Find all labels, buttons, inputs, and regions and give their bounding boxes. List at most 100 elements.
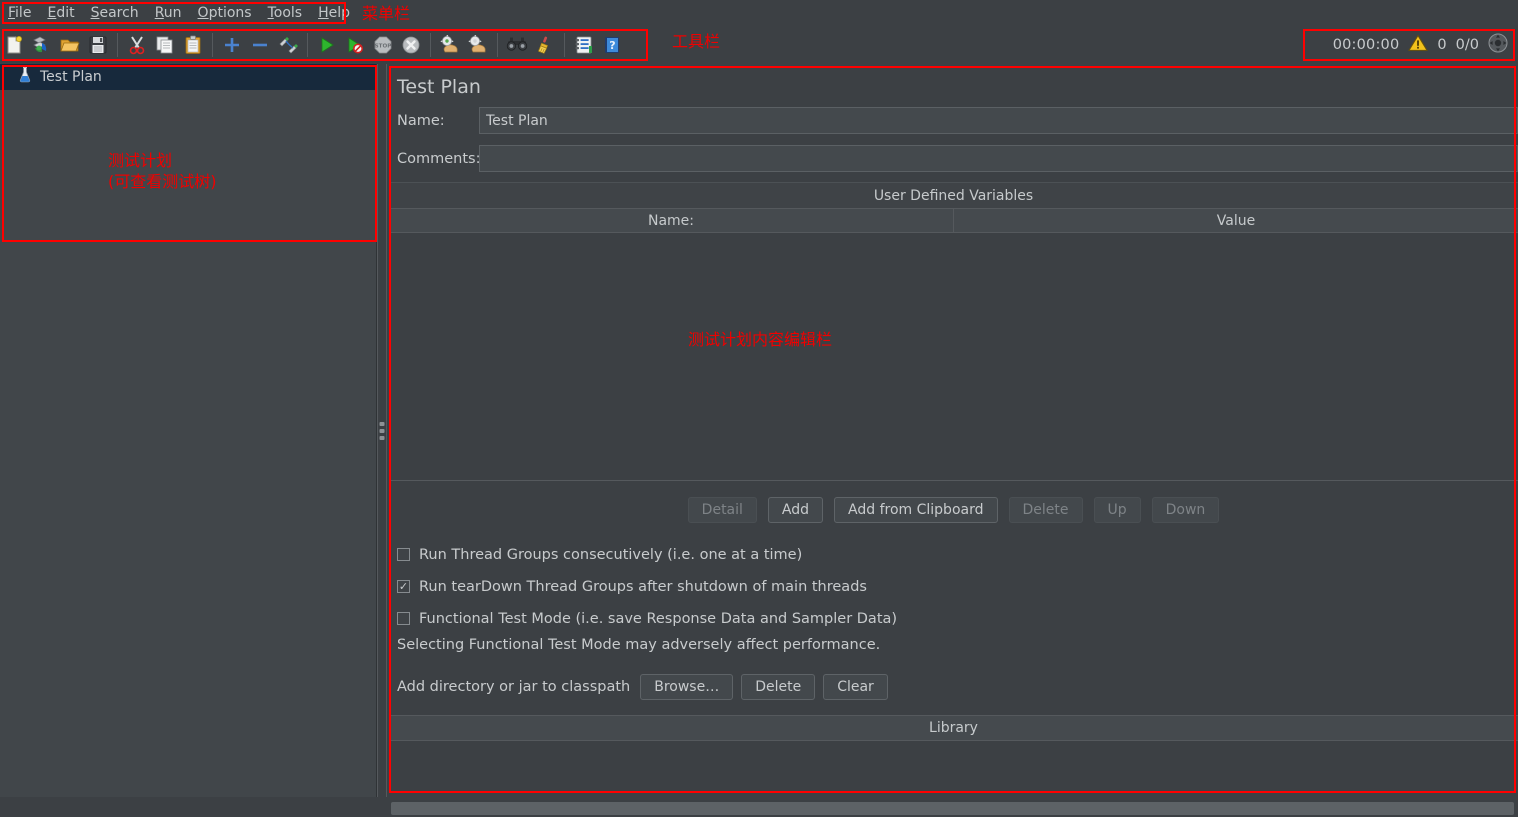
menu-tools-label: ools bbox=[273, 4, 303, 21]
expand-all-icon[interactable] bbox=[219, 31, 245, 59]
menu-help[interactable]: Help bbox=[310, 1, 358, 26]
test-plan-flask-icon bbox=[18, 66, 32, 88]
annotation-label-tree: 测试计划 (可查看测试树) bbox=[108, 151, 217, 191]
menu-run-mnemonic: R bbox=[154, 4, 164, 21]
run-consecutively-row[interactable]: Run Thread Groups consecutively (i.e. on… bbox=[397, 541, 1518, 568]
add-from-clipboard-button[interactable]: Add from Clipboard bbox=[834, 497, 998, 523]
toolbar-status-group: 00:00:00 0 0/0 bbox=[1333, 30, 1510, 60]
annotation-label-toolbar: 工具栏 bbox=[672, 32, 721, 51]
tree-node-test-plan[interactable]: Test Plan bbox=[0, 64, 376, 90]
classpath-label: Add directory or jar to classpath bbox=[397, 679, 631, 695]
clear-icon[interactable] bbox=[437, 31, 463, 59]
threads-ratio: 0/0 bbox=[1455, 37, 1479, 53]
run-teardown-label: Run tearDown Thread Groups after shutdow… bbox=[419, 578, 867, 595]
panel-splitter[interactable] bbox=[377, 64, 387, 797]
menu-options-label: ptions bbox=[208, 4, 252, 21]
open-icon[interactable] bbox=[57, 31, 83, 59]
functional-test-mode-row[interactable]: Functional Test Mode (i.e. save Response… bbox=[397, 605, 1518, 632]
templates-icon[interactable] bbox=[29, 31, 55, 59]
cut-icon[interactable] bbox=[124, 31, 150, 59]
clear-all-icon[interactable] bbox=[465, 31, 491, 59]
menu-edit[interactable]: Edit bbox=[39, 1, 82, 26]
copy-icon[interactable] bbox=[152, 31, 178, 59]
warning-count: 0 bbox=[1437, 37, 1447, 53]
delete-variable-button[interactable]: Delete bbox=[1008, 497, 1083, 523]
menu-file-mnemonic: F bbox=[8, 4, 16, 21]
name-input[interactable] bbox=[479, 107, 1518, 134]
delete-classpath-button[interactable]: Delete bbox=[741, 674, 816, 700]
detail-button[interactable]: Detail bbox=[687, 497, 757, 523]
svg-text:?: ? bbox=[609, 39, 615, 52]
run-consecutively-checkbox[interactable] bbox=[397, 548, 410, 561]
menu-run[interactable]: Run bbox=[147, 1, 190, 26]
stop-icon[interactable]: STOP bbox=[370, 31, 396, 59]
annotation-label-menubar: 菜单栏 bbox=[362, 4, 411, 23]
menu-bar: File Edit Search Run Options Tools Help bbox=[0, 0, 1518, 26]
splitter-grip-icon bbox=[379, 421, 385, 440]
toolbar-separator bbox=[564, 33, 565, 57]
toolbar-separator bbox=[497, 33, 498, 57]
search-icon[interactable] bbox=[504, 31, 530, 59]
run-teardown-row[interactable]: ✓ Run tearDown Thread Groups after shutd… bbox=[397, 573, 1518, 600]
start-no-timers-icon[interactable] bbox=[342, 31, 368, 59]
menu-search-label: earch bbox=[99, 4, 139, 21]
udv-column-name: Name: bbox=[647, 212, 695, 229]
menu-help-label: elp bbox=[328, 4, 351, 21]
function-helper-icon[interactable] bbox=[571, 31, 597, 59]
help-icon[interactable]: ? bbox=[599, 31, 625, 59]
library-table-header: Library bbox=[389, 715, 1518, 741]
test-plan-options: Run Thread Groups consecutively (i.e. on… bbox=[389, 541, 1518, 632]
menu-search[interactable]: Search bbox=[83, 1, 147, 26]
reset-search-icon[interactable] bbox=[532, 31, 558, 59]
save-icon[interactable] bbox=[85, 31, 111, 59]
warning-triangle-icon[interactable] bbox=[1408, 34, 1429, 56]
browse-button[interactable]: Browse… bbox=[640, 674, 734, 700]
user-defined-variables-header: User Defined Variables bbox=[389, 182, 1518, 208]
test-plan-editor-panel: Test Plan Name: Comments: User Defined V… bbox=[389, 64, 1518, 797]
svg-text:STOP: STOP bbox=[375, 44, 392, 50]
paste-icon[interactable] bbox=[180, 31, 206, 59]
connection-icon[interactable] bbox=[1488, 33, 1508, 57]
menu-edit-label: dit bbox=[56, 4, 75, 21]
run-consecutively-label: Run Thread Groups consecutively (i.e. on… bbox=[419, 546, 803, 563]
comments-input[interactable] bbox=[479, 145, 1518, 172]
jmeter-window: File Edit Search Run Options Tools Help bbox=[0, 0, 1518, 817]
clear-classpath-button[interactable]: Clear bbox=[823, 674, 888, 700]
new-icon[interactable] bbox=[1, 31, 27, 59]
horizontal-scrollbar[interactable] bbox=[389, 800, 1518, 817]
menu-edit-mnemonic: E bbox=[47, 4, 57, 21]
udv-column-value: Value bbox=[953, 209, 1518, 232]
menu-run-label: un bbox=[163, 4, 182, 21]
menu-options[interactable]: Options bbox=[190, 1, 260, 26]
menu-help-mnemonic: H bbox=[318, 4, 329, 21]
add-button[interactable]: Add bbox=[767, 497, 824, 523]
move-down-button[interactable]: Down bbox=[1151, 497, 1220, 523]
shutdown-icon[interactable] bbox=[398, 31, 424, 59]
udv-table-body[interactable] bbox=[389, 233, 1518, 481]
start-icon[interactable] bbox=[314, 31, 340, 59]
functional-mode-note: Selecting Functional Test Mode may adver… bbox=[397, 637, 881, 653]
tree-node-label: Test Plan bbox=[40, 69, 102, 85]
toolbar-separator bbox=[117, 33, 118, 57]
toolbar-separator bbox=[430, 33, 431, 57]
scrollbar-thumb[interactable] bbox=[391, 802, 1514, 815]
move-up-button[interactable]: Up bbox=[1093, 497, 1141, 523]
library-table-body[interactable] bbox=[389, 741, 1518, 783]
collapse-all-icon[interactable] bbox=[247, 31, 273, 59]
functional-test-mode-label: Functional Test Mode (i.e. save Response… bbox=[419, 610, 898, 627]
menu-file-label: ile bbox=[15, 4, 32, 21]
toggle-icon[interactable] bbox=[275, 31, 301, 59]
elapsed-time: 00:00:00 bbox=[1332, 37, 1400, 53]
menu-tools[interactable]: Tools bbox=[260, 1, 311, 26]
name-label: Name: bbox=[397, 112, 445, 129]
classpath-row: Add directory or jar to classpath Browse… bbox=[389, 674, 1518, 700]
menu-file[interactable]: File bbox=[0, 1, 39, 26]
annotation-label-main: 测试计划内容编辑栏 bbox=[688, 330, 833, 349]
run-teardown-checkbox[interactable]: ✓ bbox=[397, 580, 410, 593]
udv-button-row: Detail Add Add from Clipboard Delete Up … bbox=[389, 497, 1518, 523]
page-title: Test Plan bbox=[397, 76, 481, 98]
functional-test-mode-checkbox[interactable] bbox=[397, 612, 410, 625]
comments-label: Comments: bbox=[397, 150, 481, 167]
udv-table-header: Name: Value bbox=[389, 208, 1518, 233]
toolbar: STOP ? 00:00:00 0 0/0 bbox=[0, 28, 1518, 62]
